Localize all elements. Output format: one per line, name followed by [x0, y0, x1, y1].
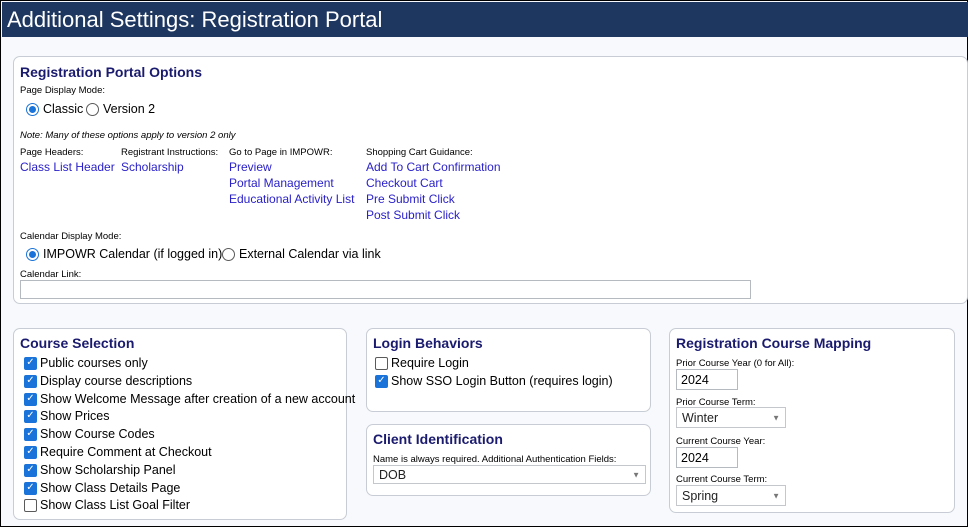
radio-label: IMPOWR Calendar (if logged in)	[43, 247, 223, 261]
checkbox-checked-icon[interactable]: ✓	[24, 409, 37, 423]
checkbox-label: Show Welcome Message after creation of a…	[40, 392, 356, 406]
checkbox-checked-icon[interactable]: ✓	[24, 427, 37, 441]
panel-title: Client Identification	[373, 431, 503, 447]
radio-label: Classic	[43, 102, 84, 116]
checkbox-label: Show Class List Goal Filter	[40, 498, 191, 512]
radio-selected-icon[interactable]	[26, 102, 39, 116]
panel-title: Registration Course Mapping	[676, 335, 872, 351]
mode-radio-version-2[interactable]: Version 2	[86, 102, 155, 116]
checkbox-require-login[interactable]: Require Login	[375, 356, 469, 370]
checkbox-label: Require Login	[391, 356, 469, 370]
checkbox-checked-icon[interactable]: ✓	[24, 356, 37, 370]
checkbox-require-comment-checkout[interactable]: ✓ Require Comment at Checkout	[24, 445, 212, 459]
calendar-radio-impowr[interactable]: IMPOWR Calendar (if logged in)	[26, 247, 222, 261]
authentication-fields-select[interactable]: DOB ▼	[373, 465, 646, 484]
course-selection-panel: Course Selection ✓ Public courses only ✓…	[13, 328, 355, 520]
current-course-year-input[interactable]: 2024	[676, 447, 738, 468]
checkbox-checked-icon[interactable]: ✓	[24, 374, 37, 388]
window-title: Additional Settings: Registration Portal	[2, 2, 968, 37]
checkbox-show-scholarship-panel[interactable]: ✓ Show Scholarship Panel	[24, 463, 176, 477]
checkbox-show-class-details-page[interactable]: ✓ Show Class Details Page	[24, 481, 180, 495]
class-list-header-link[interactable]: Class List Header	[20, 160, 115, 174]
radio-unselected-icon[interactable]	[222, 247, 235, 261]
radio-label: External Calendar via link	[239, 247, 381, 261]
pre-submit-click-link[interactable]: Pre Submit Click	[366, 192, 455, 206]
checkbox-show-prices[interactable]: ✓ Show Prices	[24, 409, 109, 423]
checkbox-label: Display course descriptions	[40, 374, 193, 388]
radio-selected-icon[interactable]	[26, 247, 39, 261]
chevron-down-icon: ▼	[772, 491, 780, 500]
calendar-display-mode-label: Calendar Display Mode:	[20, 231, 122, 242]
calendar-link-input[interactable]	[20, 280, 751, 299]
prior-course-year-input[interactable]: 2024	[676, 369, 738, 390]
checkbox-show-welcome-message[interactable]: ✓ Show Welcome Message after creation of…	[24, 392, 355, 406]
select-value: Spring	[682, 488, 719, 503]
checkbox-display-course-descriptions[interactable]: ✓ Display course descriptions	[24, 374, 192, 388]
checkbox-public-courses-only[interactable]: ✓ Public courses only	[24, 356, 148, 370]
current-course-year-label: Current Course Year:	[676, 436, 766, 447]
checkbox-checked-icon[interactable]: ✓	[24, 392, 37, 406]
go-to-page-label: Go to Page in IMPOWR:	[229, 147, 333, 158]
login-behaviors-panel: Login Behaviors Require Login ✓ Show SSO…	[366, 328, 651, 412]
checkbox-label: Show Course Codes	[40, 427, 155, 441]
checkbox-label: Public courses only	[40, 356, 148, 370]
chevron-down-icon: ▼	[632, 470, 640, 479]
checkbox-label: Show Scholarship Panel	[40, 463, 176, 477]
client-identification-panel: Client Identification Name is always req…	[366, 424, 651, 496]
scholarship-link[interactable]: Scholarship	[121, 160, 184, 174]
checkout-cart-link[interactable]: Checkout Cart	[366, 176, 443, 190]
settings-window: Additional Settings: Registration Portal…	[0, 0, 968, 527]
registration-portal-options-panel: Registration Portal Options Page Display…	[13, 56, 968, 304]
preview-link[interactable]: Preview	[229, 160, 272, 174]
add-to-cart-confirmation-link[interactable]: Add To Cart Confirmation	[366, 160, 501, 174]
portal-management-link[interactable]: Portal Management	[229, 176, 334, 190]
calendar-radio-external[interactable]: External Calendar via link	[222, 247, 381, 261]
panel-title: Login Behaviors	[373, 335, 483, 351]
current-course-term-label: Current Course Term:	[676, 474, 768, 485]
shopping-cart-guidance-label: Shopping Cart Guidance:	[366, 147, 473, 158]
options-note: Note: Many of these options apply to ver…	[20, 130, 236, 141]
checkbox-label: Show Prices	[40, 409, 110, 423]
radio-label: Version 2	[103, 102, 156, 116]
current-course-term-select[interactable]: Spring ▼	[676, 485, 786, 506]
radio-unselected-icon[interactable]	[86, 102, 99, 116]
checkbox-label: Require Comment at Checkout	[40, 445, 212, 459]
checkbox-checked-icon[interactable]: ✓	[24, 481, 37, 495]
checkbox-show-sso-login-button[interactable]: ✓ Show SSO Login Button (requires login)	[375, 374, 613, 388]
page-display-mode-label: Page Display Mode:	[20, 85, 106, 96]
checkbox-checked-icon[interactable]: ✓	[24, 445, 37, 459]
checkbox-show-class-list-goal-filter[interactable]: Show Class List Goal Filter	[24, 498, 190, 512]
checkbox-checked-icon[interactable]: ✓	[375, 374, 388, 388]
panel-title: Course Selection	[20, 335, 135, 351]
select-value: Winter	[682, 410, 719, 425]
checkbox-label: Show Class Details Page	[40, 481, 181, 495]
checkbox-label: Show SSO Login Button (requires login)	[391, 374, 613, 388]
calendar-link-label: Calendar Link:	[20, 269, 82, 280]
page-headers-label: Page Headers:	[20, 147, 84, 158]
prior-course-year-label: Prior Course Year (0 for All):	[676, 358, 795, 369]
checkbox-unchecked-icon[interactable]	[24, 498, 37, 512]
select-value: DOB	[379, 467, 407, 482]
checkbox-show-course-codes[interactable]: ✓ Show Course Codes	[24, 427, 155, 441]
registrant-instructions-label: Registrant Instructions:	[121, 147, 219, 158]
mode-radio-classic[interactable]: Classic	[26, 102, 83, 116]
chevron-down-icon: ▼	[772, 413, 780, 422]
authentication-fields-label: Name is always required. Additional Auth…	[373, 454, 617, 465]
educational-activity-list-link[interactable]: Educational Activity List	[229, 192, 354, 206]
checkbox-unchecked-icon[interactable]	[375, 356, 388, 370]
checkbox-checked-icon[interactable]: ✓	[24, 463, 37, 477]
prior-course-term-select[interactable]: Winter ▼	[676, 407, 786, 428]
post-submit-click-link[interactable]: Post Submit Click	[366, 208, 460, 222]
panel-title: Registration Portal Options	[20, 64, 203, 80]
registration-course-mapping-panel: Registration Course Mapping Prior Course…	[669, 328, 955, 513]
